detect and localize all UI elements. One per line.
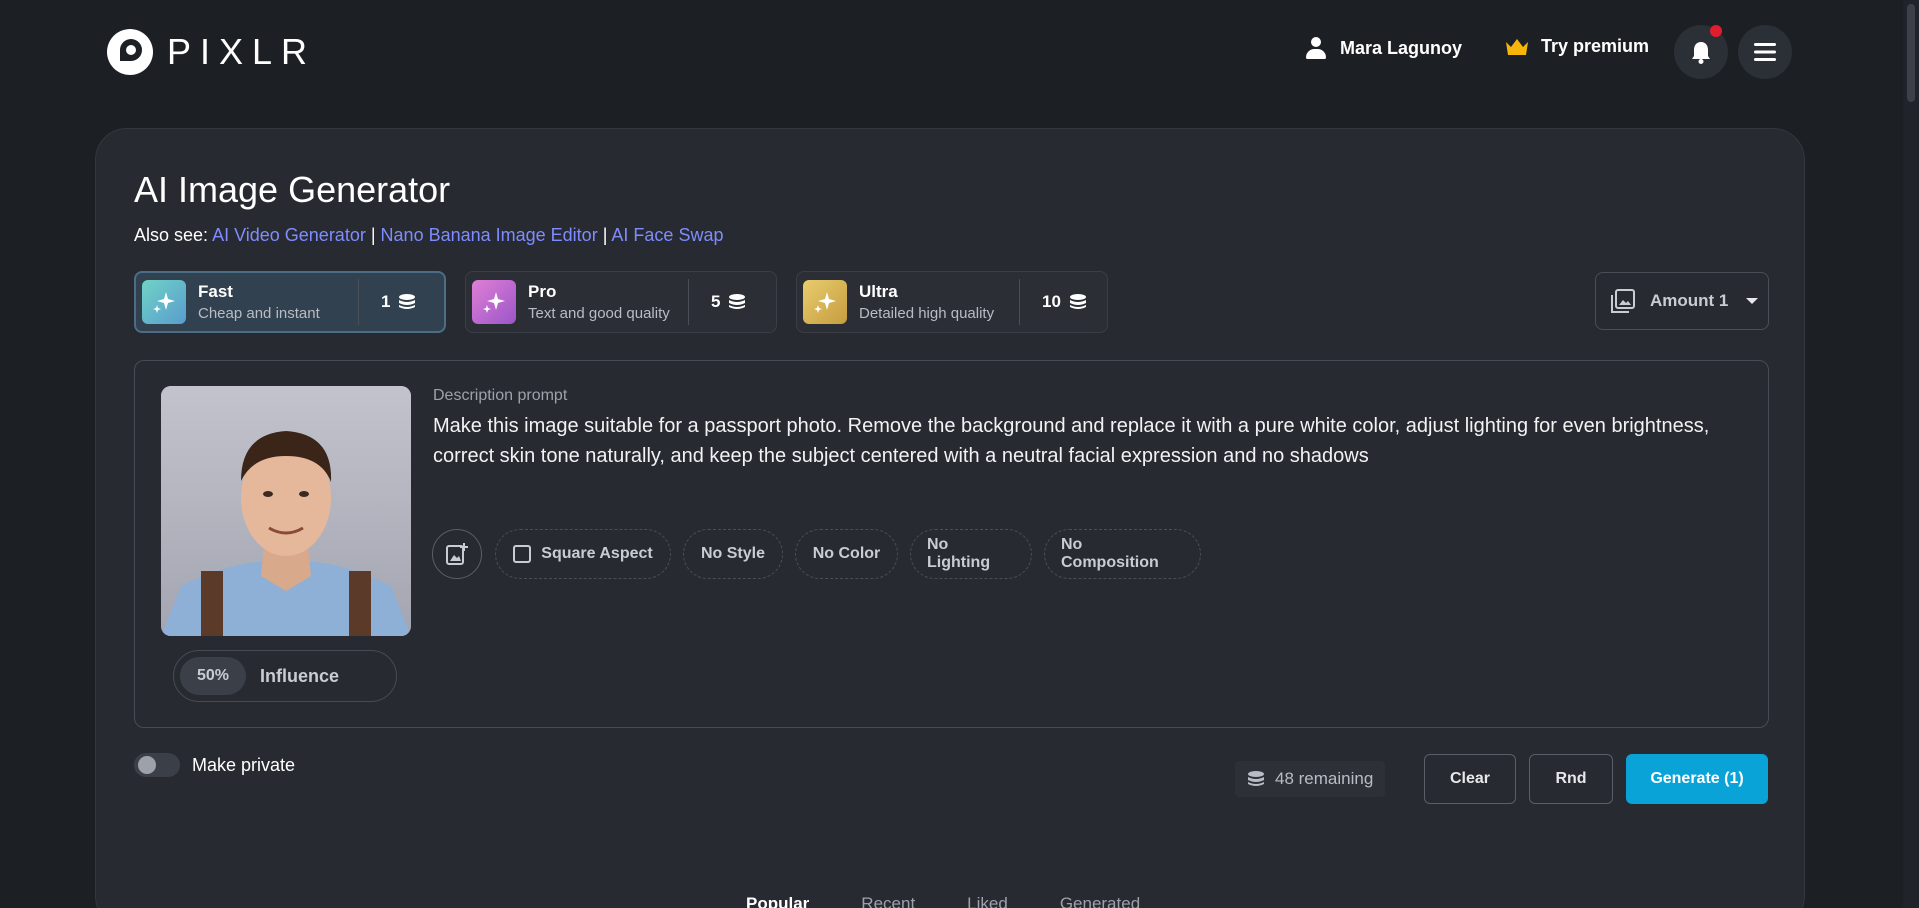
credits-icon xyxy=(399,294,416,309)
chip-no-lighting[interactable]: No Lighting xyxy=(910,529,1032,579)
credits-icon xyxy=(1069,294,1086,309)
make-private-control[interactable]: Make private xyxy=(134,753,295,777)
crown-icon xyxy=(1505,37,1529,57)
also-see-label: Also see: xyxy=(134,225,209,245)
model-option-fast[interactable]: Fast Cheap and instant 1 xyxy=(134,271,446,333)
link-separator: | xyxy=(370,225,376,245)
divider xyxy=(358,279,359,325)
add-image-icon xyxy=(446,543,468,565)
model-subtitle: Detailed high quality xyxy=(859,305,995,322)
cost-value: 5 xyxy=(711,292,721,311)
chip-no-composition[interactable]: No Composition xyxy=(1044,529,1201,579)
influence-label: Influence xyxy=(260,665,340,686)
top-bar: PIXLR Mara Lagunoy Try premium xyxy=(0,0,1919,104)
portrait-image xyxy=(161,386,411,636)
user-name: Mara Lagunoy xyxy=(1340,37,1463,58)
credits-icon xyxy=(729,294,746,309)
model-subtitle: Text and good quality xyxy=(528,305,670,322)
images-icon xyxy=(1611,289,1635,313)
make-private-toggle[interactable] xyxy=(134,753,180,777)
model-name: Ultra xyxy=(859,282,898,301)
hamburger-icon xyxy=(1754,43,1776,61)
sparkle-icon xyxy=(472,280,516,324)
divider xyxy=(1019,279,1020,325)
chip-label: No Style xyxy=(700,545,765,562)
tab-recent[interactable]: Recent xyxy=(861,894,915,908)
chip-square-aspect[interactable]: Square Aspect xyxy=(495,529,671,579)
tab-generated[interactable]: Generated xyxy=(1060,894,1140,908)
cost-value: 10 xyxy=(1042,292,1061,311)
also-see-links: Also see: AI Video Generator | Nano Bana… xyxy=(134,225,723,246)
model-cost: 5 xyxy=(711,292,746,312)
random-button[interactable]: Rnd xyxy=(1529,754,1613,804)
pixlr-logo[interactable]: PIXLR xyxy=(107,29,316,75)
add-image-button[interactable] xyxy=(432,529,482,579)
model-option-ultra[interactable]: Ultra Detailed high quality 10 xyxy=(796,271,1108,333)
notification-dot xyxy=(1710,25,1722,37)
model-subtitle: Cheap and instant xyxy=(198,305,320,322)
credits-icon xyxy=(1248,771,1264,786)
bell-icon xyxy=(1692,42,1710,64)
chip-no-color[interactable]: No Color xyxy=(795,529,898,579)
chip-label: No Composition xyxy=(1061,536,1159,571)
model-option-pro[interactable]: Pro Text and good quality 5 xyxy=(465,271,777,333)
chip-label: No Lighting xyxy=(927,536,991,571)
main-menu-button[interactable] xyxy=(1738,25,1792,79)
model-cost: 10 xyxy=(1042,292,1087,312)
description-prompt-input[interactable]: Make this image suitable for a passport … xyxy=(433,411,1753,471)
user-account-button[interactable]: Mara Lagunoy xyxy=(1304,36,1462,60)
link-ai-face-swap[interactable]: AI Face Swap xyxy=(611,225,723,245)
chip-label: Square Aspect xyxy=(541,545,653,562)
premium-label: Try premium xyxy=(1541,36,1650,56)
description-label: Description prompt xyxy=(433,387,568,404)
model-cost: 1 xyxy=(381,292,416,312)
clear-button[interactable]: Clear xyxy=(1424,754,1516,804)
influence-control[interactable]: 50% Influence xyxy=(173,650,397,702)
credits-remaining: 48 remaining xyxy=(1235,761,1386,797)
tab-popular[interactable]: Popular xyxy=(746,894,809,908)
model-name: Pro xyxy=(528,282,557,301)
checkbox[interactable] xyxy=(513,545,532,563)
make-private-label: Make private xyxy=(192,754,296,775)
model-name: Fast xyxy=(198,282,233,301)
chevron-down-icon xyxy=(1746,298,1759,304)
reference-image[interactable] xyxy=(161,386,411,636)
sparkle-icon xyxy=(142,280,186,324)
pixlr-logo-icon xyxy=(107,29,153,75)
divider xyxy=(688,279,689,325)
link-nano-banana-image-editor[interactable]: Nano Banana Image Editor xyxy=(381,225,598,245)
try-premium-button[interactable]: Try premium xyxy=(1505,36,1649,57)
prompt-panel: 50% Influence Description prompt Make th… xyxy=(134,360,1769,728)
tab-liked[interactable]: Liked xyxy=(967,894,1008,908)
chip-no-style[interactable]: No Style xyxy=(683,529,783,579)
generate-button[interactable]: Generate (1) xyxy=(1626,754,1768,804)
cost-value: 1 xyxy=(381,292,391,311)
chip-label: No Color xyxy=(812,545,881,562)
amount-label: Amount 1 xyxy=(1650,291,1729,310)
link-separator: | xyxy=(602,225,608,245)
notifications-button[interactable] xyxy=(1674,25,1728,79)
logo-text: PIXLR xyxy=(167,31,317,72)
sparkle-icon xyxy=(803,280,847,324)
page-title: AI Image Generator xyxy=(134,169,451,210)
generator-card: AI Image Generator Also see: AI Video Ge… xyxy=(95,128,1805,908)
page-scrollbar[interactable] xyxy=(1903,0,1919,908)
amount-dropdown[interactable]: Amount 1 xyxy=(1595,272,1769,330)
link-ai-video-generator[interactable]: AI Video Generator xyxy=(212,225,366,245)
influence-percent: 50% xyxy=(180,657,246,695)
user-icon xyxy=(1304,36,1328,60)
gallery-tabs: Popular Recent Liked Generated xyxy=(746,894,1192,908)
scrollbar-thumb[interactable] xyxy=(1907,4,1915,102)
remaining-text: 48 remaining xyxy=(1275,769,1374,788)
